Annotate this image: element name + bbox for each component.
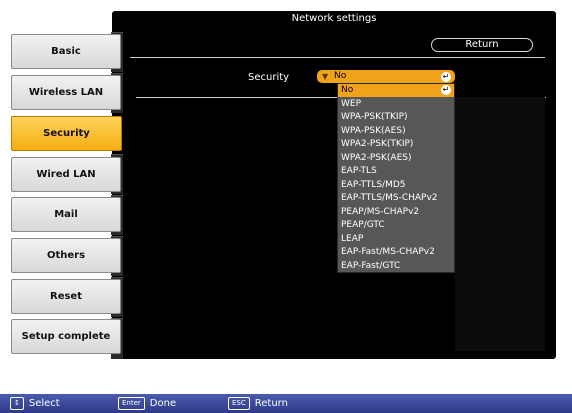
footer-return: ESC Return: [228, 394, 288, 413]
option-wep[interactable]: WEP: [338, 98, 454, 111]
footer-select: ↕ Select: [10, 394, 60, 413]
tab-setup-complete[interactable]: Setup complete: [11, 319, 121, 354]
option-wpa2-psk-tkip[interactable]: WPA2-PSK(TKIP): [338, 138, 454, 151]
footer-return-label: Return: [254, 398, 288, 409]
footer-select-label: Select: [28, 398, 60, 409]
option-eap-ttls-md5[interactable]: EAP-TTLS/MD5: [338, 179, 454, 192]
footer-done: Enter Done: [118, 394, 176, 413]
return-button[interactable]: Return: [431, 38, 533, 52]
option-label: No: [341, 85, 354, 95]
enter-key-icon: Enter: [118, 397, 145, 410]
security-value: No: [334, 71, 347, 81]
security-select[interactable]: ▼ No ↵: [317, 70, 455, 83]
dropdown-arrow-icon: ▼: [322, 72, 329, 81]
option-leap[interactable]: LEAP: [338, 233, 454, 246]
tab-reset[interactable]: Reset: [11, 279, 121, 314]
option-eap-tls[interactable]: EAP-TLS: [338, 165, 454, 178]
content-area: [455, 97, 545, 351]
tab-wireless-lan[interactable]: Wireless LAN: [11, 75, 121, 110]
option-no[interactable]: No ↵: [338, 84, 454, 97]
enter-icon: ↵: [441, 71, 451, 82]
option-peap-gtc[interactable]: PEAP/GTC: [338, 219, 454, 232]
option-wpa-psk-aes[interactable]: WPA-PSK(AES): [338, 125, 454, 138]
security-dropdown: No ↵ WEP WPA-PSK(TKIP) WPA-PSK(AES) WPA2…: [337, 83, 455, 273]
option-wpa2-psk-aes[interactable]: WPA2-PSK(AES): [338, 152, 454, 165]
security-label: Security: [248, 72, 290, 83]
option-wpa-psk-tkip[interactable]: WPA-PSK(TKIP): [338, 111, 454, 124]
tab-mail[interactable]: Mail: [11, 197, 121, 232]
enter-icon: ↵: [441, 85, 451, 95]
option-eap-fast-gtc[interactable]: EAP-Fast/GTC: [338, 260, 454, 273]
window-title: Network settings: [291, 13, 377, 24]
footer-bar: ↕ Select Enter Done ESC Return: [0, 394, 572, 413]
updown-arrows-icon: ↕: [10, 397, 24, 410]
divider-line: [130, 57, 545, 58]
option-eap-ttls-ms-chapv2[interactable]: EAP-TTLS/MS-CHAPv2: [338, 192, 454, 205]
option-eap-fast-ms-chapv2[interactable]: EAP-Fast/MS-CHAPv2: [338, 246, 454, 259]
tab-basic[interactable]: Basic: [11, 34, 121, 69]
tab-wired-lan[interactable]: Wired LAN: [11, 157, 121, 192]
option-peap-ms-chapv2[interactable]: PEAP/MS-CHAPv2: [338, 206, 454, 219]
esc-key-icon: ESC: [228, 397, 250, 410]
tab-others[interactable]: Others: [11, 238, 121, 273]
footer-done-label: Done: [149, 398, 177, 409]
tab-security[interactable]: Security: [11, 116, 122, 151]
